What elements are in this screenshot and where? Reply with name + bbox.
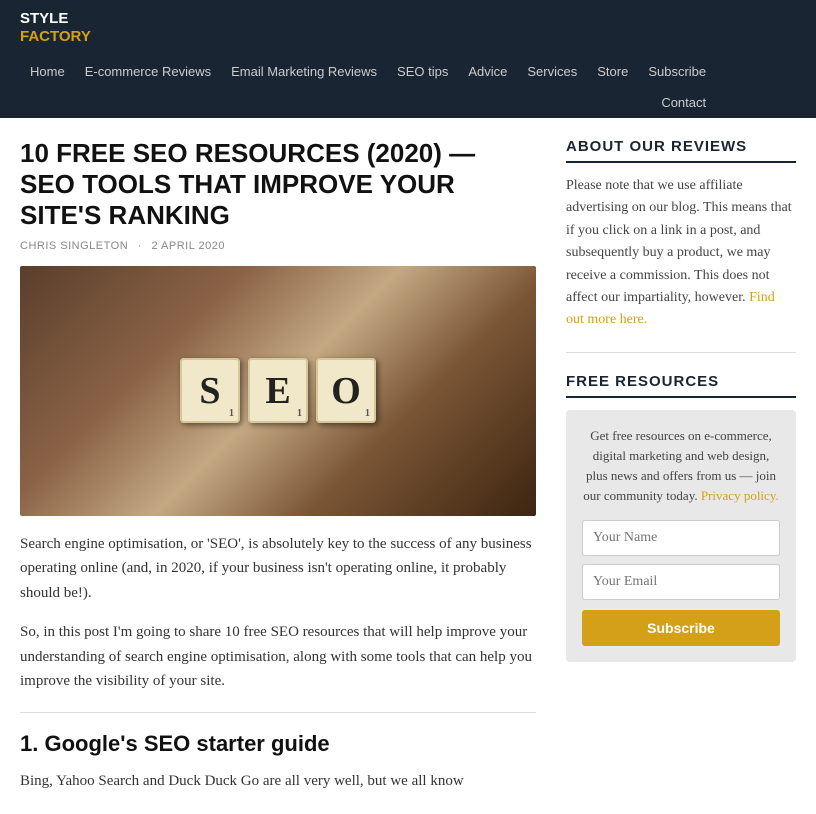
logo-style: STYLE bbox=[20, 10, 91, 28]
sidebar-divider bbox=[566, 352, 796, 353]
privacy-policy-link[interactable]: Privacy policy. bbox=[701, 488, 779, 503]
about-reviews-text: Please note that we use affiliate advert… bbox=[566, 175, 796, 332]
nav-rows: HomeE-commerce ReviewsEmail Marketing Re… bbox=[20, 56, 716, 118]
scrabble-tiles: S E O bbox=[180, 358, 376, 423]
article-title: 10 FREE SEO RESOURCES (2020) — SEO TOOLS… bbox=[20, 138, 536, 232]
sidebar: ABOUT OUR REVIEWS Please note that we us… bbox=[566, 138, 796, 794]
nav-link-home[interactable]: Home bbox=[20, 56, 75, 87]
nav-link-seo-tips[interactable]: SEO tips bbox=[387, 56, 458, 87]
tile-e: E bbox=[248, 358, 308, 423]
nav-link-contact[interactable]: Contact bbox=[651, 87, 716, 118]
nav-link-email-marketing-reviews[interactable]: Email Marketing Reviews bbox=[221, 56, 387, 87]
free-resources-box: Get free resources on e-commerce, digita… bbox=[566, 410, 796, 663]
navigation: STYLE FACTORY HomeE-commerce ReviewsEmai… bbox=[0, 0, 816, 118]
nav-link-store[interactable]: Store bbox=[587, 56, 638, 87]
main-column: 10 FREE SEO RESOURCES (2020) — SEO TOOLS… bbox=[20, 138, 536, 794]
article-author: CHRIS SINGLETON bbox=[20, 240, 128, 252]
email-input[interactable] bbox=[582, 564, 780, 600]
article-date: 2 APRIL 2020 bbox=[151, 240, 224, 252]
subscribe-button[interactable]: Subscribe bbox=[582, 610, 780, 646]
body-paragraph-1: Search engine optimisation, or 'SEO', is… bbox=[20, 532, 536, 606]
tile-o: O bbox=[316, 358, 376, 423]
nav-link-subscribe[interactable]: Subscribe bbox=[638, 56, 716, 87]
article-body: Search engine optimisation, or 'SEO', is… bbox=[20, 532, 536, 695]
site-logo[interactable]: STYLE FACTORY bbox=[20, 0, 111, 56]
free-resources-desc: Get free resources on e-commerce, digita… bbox=[582, 426, 780, 507]
tile-s: S bbox=[180, 358, 240, 423]
article-divider bbox=[20, 712, 536, 713]
nav-top-row: HomeE-commerce ReviewsEmail Marketing Re… bbox=[20, 56, 716, 87]
name-input[interactable] bbox=[582, 520, 780, 556]
about-reviews-title: ABOUT OUR REVIEWS bbox=[566, 138, 796, 163]
logo-factory: FACTORY bbox=[20, 28, 91, 46]
nav-link-advice[interactable]: Advice bbox=[458, 56, 517, 87]
nav-bottom-row: Contact bbox=[651, 87, 716, 118]
free-resources-title: FREE RESOURCES bbox=[566, 373, 796, 398]
nav-link-e-commerce-reviews[interactable]: E-commerce Reviews bbox=[75, 56, 221, 87]
meta-separator: · bbox=[138, 240, 142, 252]
nav-link-services[interactable]: Services bbox=[517, 56, 587, 87]
page-content: 10 FREE SEO RESOURCES (2020) — SEO TOOLS… bbox=[0, 118, 816, 814]
article-image: S E O bbox=[20, 266, 536, 516]
body-paragraph-2: So, in this post I'm going to share 10 f… bbox=[20, 620, 536, 694]
article-meta: CHRIS SINGLETON · 2 APRIL 2020 bbox=[20, 240, 536, 252]
section1-heading: 1. Google's SEO starter guide bbox=[20, 731, 536, 757]
section1-body: Bing, Yahoo Search and Duck Duck Go are … bbox=[20, 769, 536, 794]
